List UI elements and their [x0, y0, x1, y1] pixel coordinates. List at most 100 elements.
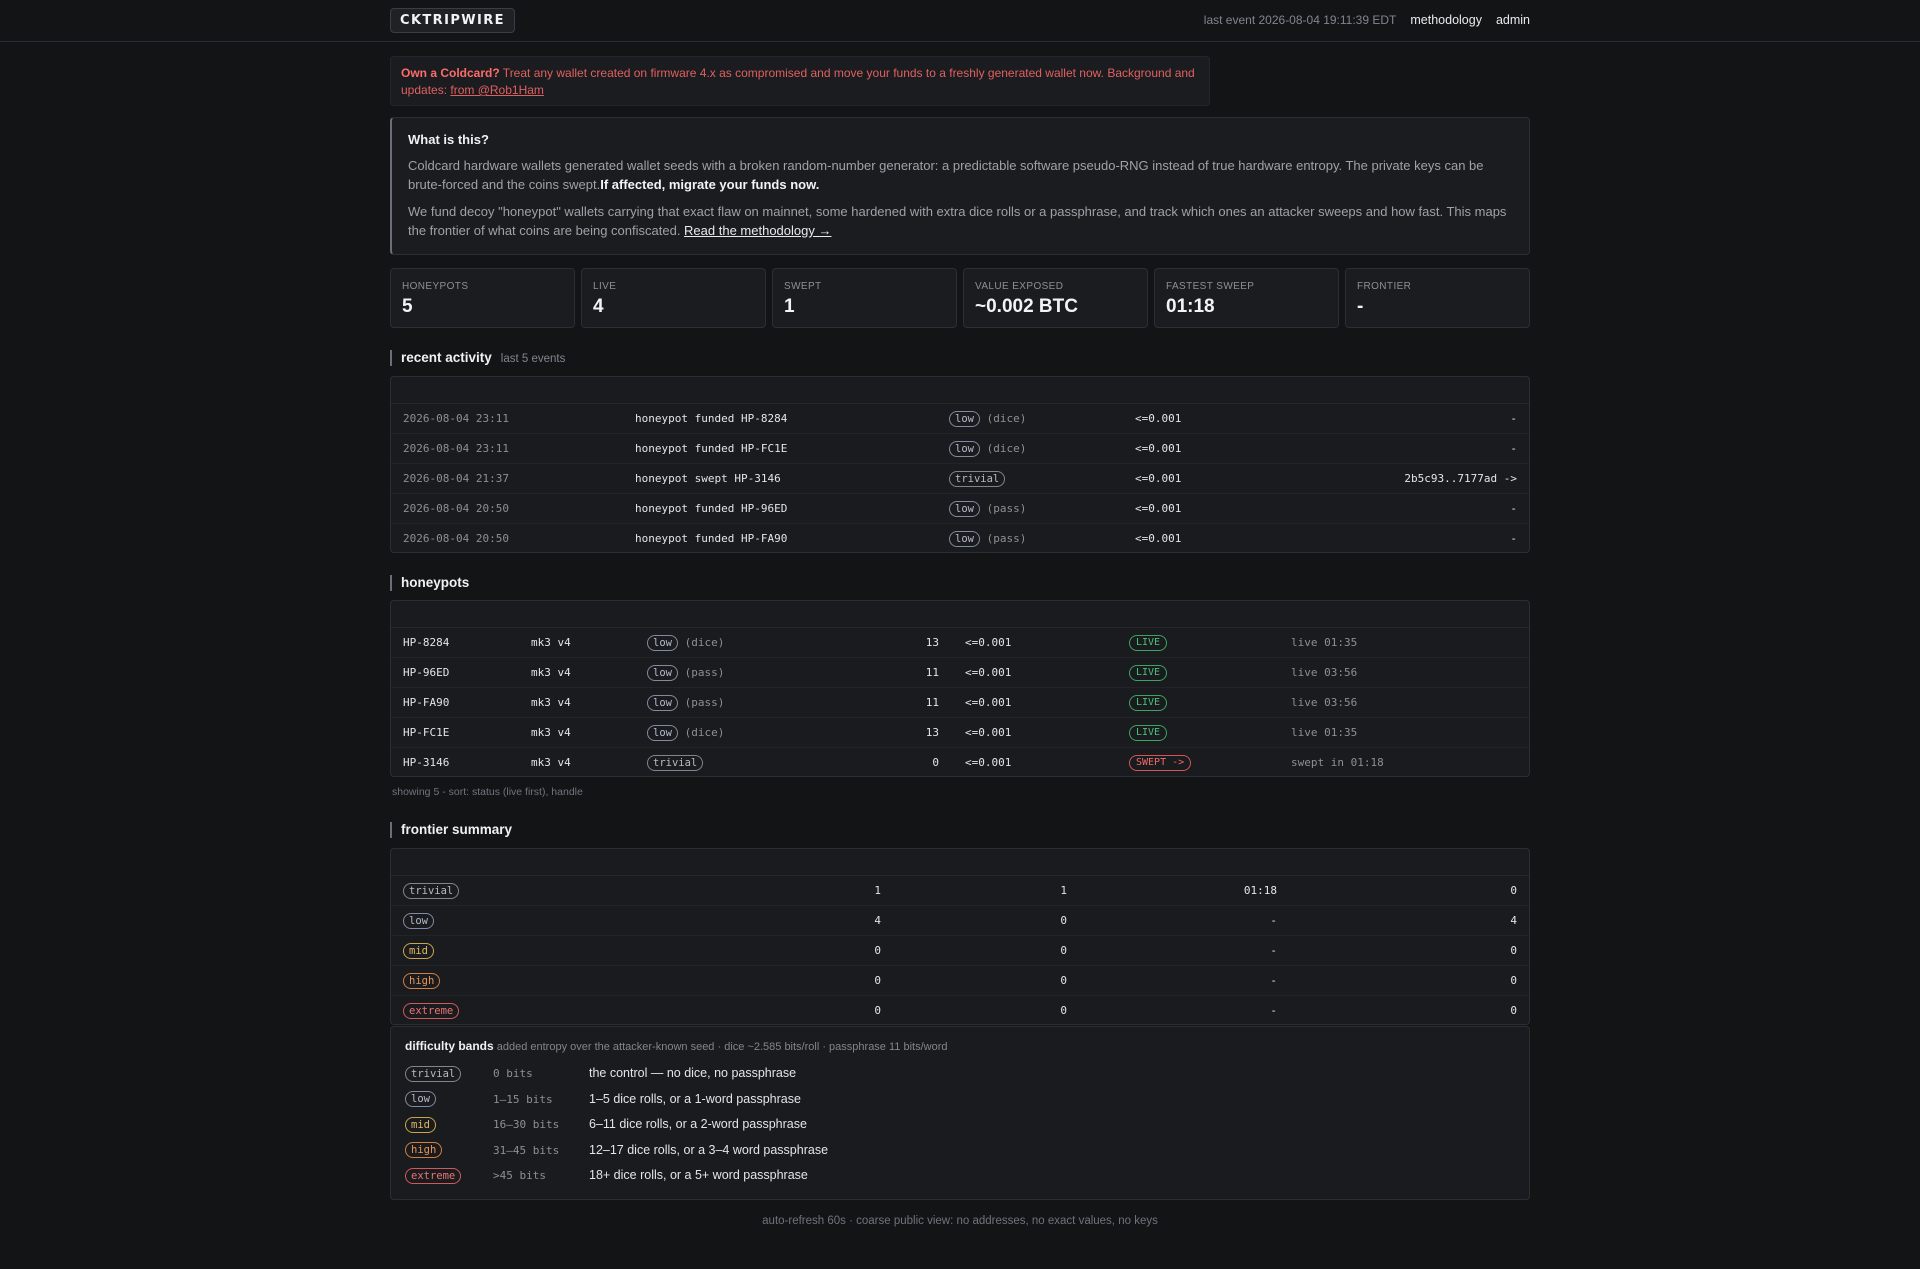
event-band: low (dice): [949, 404, 1026, 434]
table-row: trivial 1 1 01:18 0: [391, 876, 1529, 906]
event-band: low (pass): [949, 494, 1026, 524]
table-header: [391, 849, 1529, 876]
band-pill: trivial: [403, 883, 460, 899]
honeypot-age: live 03:56: [1291, 666, 1358, 679]
entropy-bits: 0: [932, 756, 939, 769]
band-pill-wrap: high: [405, 1142, 443, 1159]
recent-activity-heading: recent activity last 5 events: [390, 350, 565, 366]
top-nav: last event 2026-08-04 19:11:39 EDT metho…: [1204, 13, 1530, 27]
status-cell: LIVE: [1129, 718, 1168, 748]
frontier-band: trivial: [403, 876, 460, 906]
methodology-link[interactable]: Read the methodology →: [684, 223, 831, 238]
event-description: honeypot funded HP-FA90: [635, 532, 788, 545]
stat-frontier: FRONTIER -: [1345, 268, 1530, 328]
band-pill: low: [949, 531, 980, 547]
honeypot-handle: HP-96ED: [403, 666, 450, 679]
tx-link[interactable]: 2b5c93..7177ad ->: [1404, 464, 1517, 494]
stat-swept: SWEPT 1: [772, 268, 957, 328]
footer-note: auto-refresh 60s · coarse public view: n…: [762, 1215, 1158, 1227]
band-pill: extreme: [405, 1167, 462, 1184]
frontier-total: 0: [874, 974, 881, 987]
band-pill-wrap: mid: [405, 1116, 436, 1133]
frontier-live: 0: [1510, 974, 1517, 987]
warning-source-link[interactable]: from @Rob1Ham: [450, 83, 544, 97]
frontier-fastest: 01:18: [1243, 884, 1277, 897]
band-pill-wrap: trivial: [405, 1065, 462, 1082]
band-description: 12–17 dice rolls, or a 3–4 word passphra…: [589, 1142, 829, 1157]
frontier-swept: 1: [1060, 884, 1067, 897]
warning-strong: Own a Coldcard?: [401, 66, 500, 80]
stats-row: HONEYPOTS 5 LIVE 4 SWEPT 1 VALUE EXPOSED ~0.…: [390, 268, 1530, 328]
status-cell: LIVE: [1129, 688, 1168, 718]
honeypot-handle: HP-FA90: [403, 696, 450, 709]
band-pill: mid: [403, 943, 434, 959]
honeypot-band: low (dice): [647, 718, 724, 748]
warning-banner: Own a Coldcard? Treat any wallet created…: [390, 56, 1210, 106]
table-row: 2026-08-04 23:11 honeypot funded HP-8284 l…: [391, 404, 1529, 434]
band-pill: trivial: [647, 755, 704, 771]
table-row: 2026-08-04 23:11 honeypot funded HP-FC1E l…: [391, 434, 1529, 464]
table-header: [391, 601, 1529, 628]
frontier-fastest: -: [1270, 1004, 1277, 1017]
event-value: <=0.001: [1135, 472, 1182, 485]
table-row: HP-8284 mk3 v4 low (dice) 13 <=0.001 LIVE live…: [391, 628, 1529, 658]
band-bits: 31–45 bits: [493, 1143, 560, 1157]
frontier-band: mid: [403, 936, 434, 966]
app-logo[interactable]: CKTRIPWIRE: [390, 8, 515, 33]
frontier-live: 4: [1510, 914, 1517, 927]
band-pill: low: [949, 501, 980, 517]
band-description: the control — no dice, no passphrase: [589, 1066, 797, 1080]
event-description: honeypot funded HP-8284: [635, 412, 788, 425]
top-bar: CKTRIPWIRE last event 2026-08-04 19:11:3…: [0, 0, 1920, 42]
band-pill: low: [647, 665, 678, 681]
band-pill: high: [403, 973, 441, 989]
honeypot-band: low (pass): [647, 688, 724, 718]
hardening-label: (pass): [684, 666, 725, 679]
status-badge: LIVE: [1129, 725, 1168, 741]
band-pill: extreme: [403, 1003, 460, 1019]
band-bits: 1–15 bits: [493, 1092, 553, 1106]
stat-label: HONEYPOTS: [402, 281, 469, 292]
event-description: honeypot funded HP-96ED: [635, 502, 788, 515]
section-title: frontier summary: [401, 822, 513, 837]
event-time: 2026-08-04 23:11: [403, 412, 509, 425]
honeypots-table: HP-8284 mk3 v4 low (dice) 13 <=0.001 LIVE live…: [390, 600, 1530, 777]
status-cell: LIVE: [1129, 658, 1168, 688]
band-pill: high: [405, 1142, 443, 1159]
table-row: HP-96ED mk3 v4 low (pass) 11 <=0.001 LIVE live…: [391, 658, 1529, 688]
stat-honeypots: HONEYPOTS 5: [390, 268, 575, 328]
band-row: trivial 0 bits the control — no dice, no p…: [405, 1061, 1515, 1087]
band-bits: >45 bits: [493, 1169, 546, 1182]
event-time: 2026-08-04 21:37: [403, 472, 509, 485]
nav-admin-link[interactable]: admin: [1496, 13, 1530, 27]
frontier-swept: 0: [1060, 974, 1067, 987]
entropy-bits: 13: [925, 636, 939, 649]
stat-label: FRONTIER: [1357, 281, 1412, 292]
device-model: mk3 v4: [531, 666, 571, 679]
band-description: 1–5 dice rolls, or a 1-word passphrase: [589, 1091, 801, 1106]
band-pill: low: [949, 411, 980, 427]
band-row: high 31–45 bits 12–17 dice rolls, or a 3–4…: [405, 1138, 1515, 1164]
status-badge[interactable]: SWEPT ->: [1129, 755, 1192, 771]
band-row: extreme >45 bits 18+ dice rolls, or a 5+ w…: [405, 1163, 1515, 1189]
table-row: mid 0 0 - 0: [391, 936, 1529, 966]
table-row: 2026-08-04 21:37 honeypot swept HP-3146 tr…: [391, 464, 1529, 494]
event-time: 2026-08-04 20:50: [403, 532, 509, 545]
honeypot-value: <=0.001: [965, 696, 1012, 709]
about-p1-text: Coldcard hardware wallets generated wall…: [408, 158, 1484, 192]
band-description: 6–11 dice rolls, or a 2-word passphrase: [589, 1117, 807, 1131]
honeypot-band: trivial: [647, 748, 704, 776]
event-value: <=0.001: [1135, 442, 1182, 455]
event-band: trivial: [949, 464, 1006, 494]
stat-value: 4: [593, 296, 604, 317]
band-pill: low: [647, 725, 678, 741]
event-time: 2026-08-04 20:50: [403, 502, 509, 515]
honeypot-age: live 01:35: [1291, 636, 1358, 649]
stat-label: FASTEST SWEEP: [1166, 281, 1255, 292]
about-paragraph-1: Coldcard hardware wallets generated wall…: [408, 156, 1513, 194]
frontier-total: 1: [874, 884, 881, 897]
about-panel: What is this? Coldcard hardware wallets …: [390, 117, 1530, 255]
tx-placeholder: -: [1510, 532, 1517, 545]
frontier-live: 0: [1510, 944, 1517, 957]
nav-methodology-link[interactable]: methodology: [1410, 13, 1482, 27]
